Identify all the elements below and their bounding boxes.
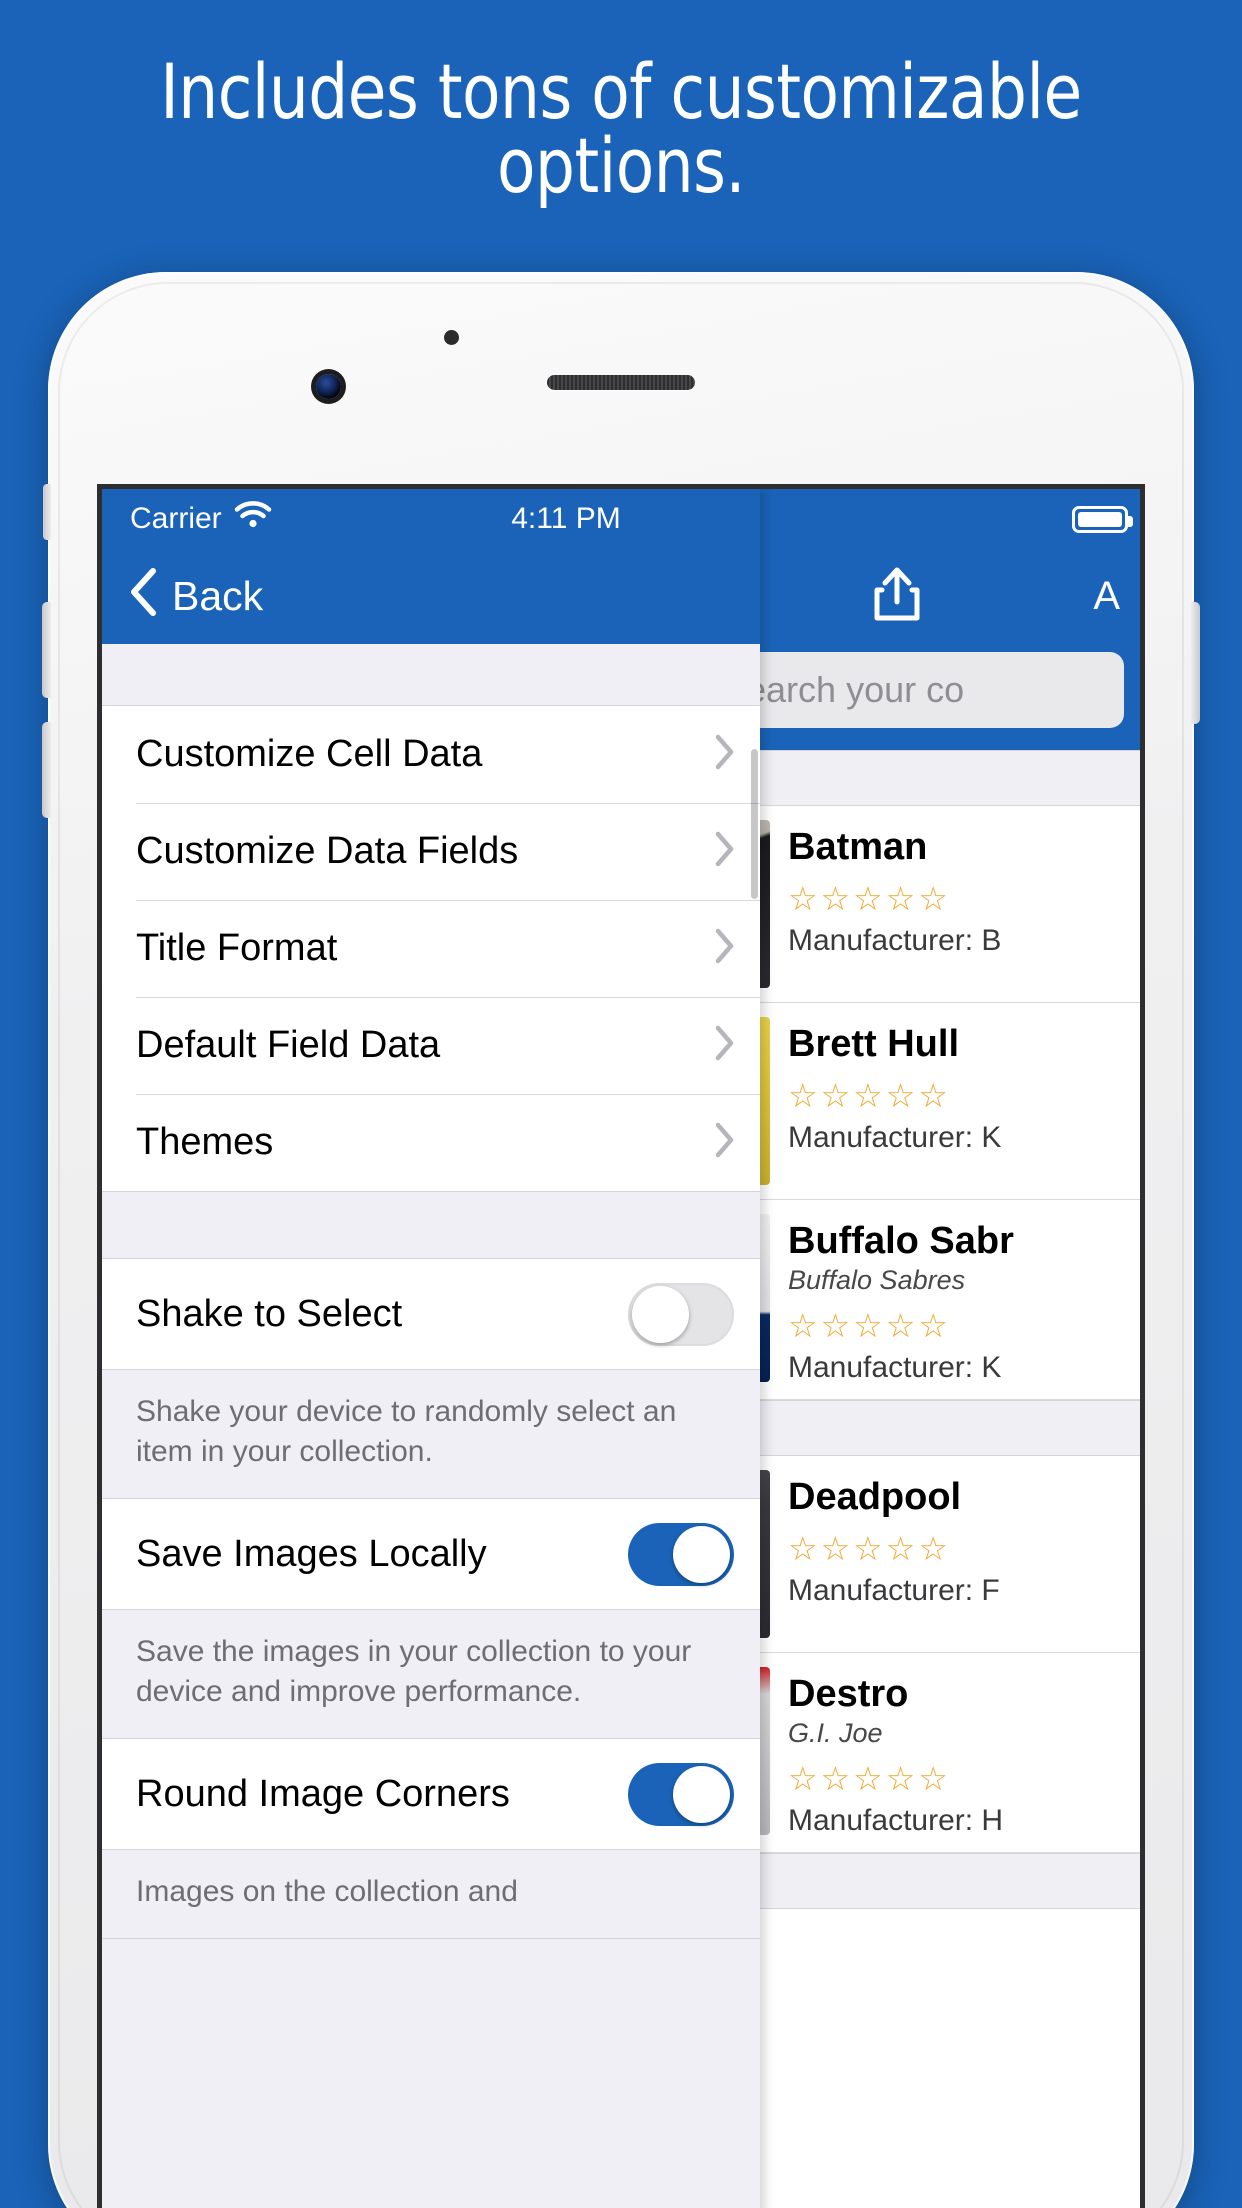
settings-screenshot: Carrier 4:11 PM Back Customize Cell Data… — [102, 489, 760, 2208]
settings-row-themes[interactable]: Themes — [102, 1094, 760, 1191]
round-image-corners-toggle[interactable] — [628, 1762, 734, 1826]
chevron-right-icon — [714, 733, 736, 776]
settings-row-customize-cell-data[interactable]: Customize Cell Data — [102, 706, 760, 803]
item-name: Batman — [788, 826, 928, 868]
back-button-label: Back — [172, 573, 264, 619]
star-rating: ☆☆☆☆☆ — [788, 1307, 951, 1344]
volume-up-button[interactable] — [42, 602, 51, 698]
scroll-indicator[interactable] — [751, 749, 758, 899]
item-name: Deadpool — [788, 1476, 962, 1518]
shake-to-select-toggle[interactable] — [628, 1282, 734, 1346]
settings-row-shake-to-select[interactable]: Shake to Select — [102, 1259, 760, 1369]
settings-row-customize-data-fields[interactable]: Customize Data Fields — [102, 803, 760, 900]
row-label: Round Image Corners — [136, 1772, 510, 1815]
settings-row-default-field-data[interactable]: Default Field Data — [102, 997, 760, 1094]
item-manufacturer: Manufacturer: K — [788, 1351, 1002, 1384]
group-spacer-top — [102, 644, 760, 706]
row-label: Themes — [136, 1121, 274, 1163]
round-image-corners-footer: Images on the collection and — [102, 1849, 760, 1939]
chevron-left-icon — [128, 567, 158, 627]
item-subtitle: Buffalo Sabres — [788, 1265, 966, 1295]
star-rating: ☆☆☆☆☆ — [788, 1760, 951, 1797]
power-button[interactable] — [1191, 602, 1200, 724]
battery-full-icon — [1072, 505, 1133, 533]
settings-row-save-images-locally[interactable]: Save Images Locally — [102, 1499, 760, 1609]
chevron-right-icon — [714, 830, 736, 873]
chevron-right-icon — [714, 1121, 736, 1164]
item-manufacturer: Manufacturer: F — [788, 1574, 1000, 1607]
item-manufacturer: Manufacturer: H — [788, 1804, 1004, 1837]
row-label: Save Images Locally — [136, 1532, 487, 1575]
headline-line-2: options. — [497, 121, 745, 210]
chevron-right-icon — [714, 927, 736, 970]
item-name: Buffalo Sabr — [788, 1220, 1014, 1262]
row-label: Shake to Select — [136, 1292, 403, 1335]
item-manufacturer: Manufacturer: B — [788, 924, 1002, 957]
banner-headline: Includes tons of customizable options. — [50, 47, 1193, 210]
chevron-right-icon — [714, 1024, 736, 1067]
row-label: Title Format — [136, 927, 338, 969]
front-camera — [316, 374, 341, 399]
settings-row-round-image-corners[interactable]: Round Image Corners — [102, 1739, 760, 1849]
proximity-sensor — [444, 330, 459, 345]
star-rating: ☆☆☆☆☆ — [788, 880, 951, 917]
toolbar-right-label[interactable]: A — [1093, 574, 1120, 619]
item-manufacturer: Manufacturer: K — [788, 1121, 1002, 1154]
item-name: Brett Hull — [788, 1023, 959, 1065]
star-rating: ☆☆☆☆☆ — [788, 1077, 951, 1114]
shake-to-select-footer: Shake your device to randomly select an … — [102, 1369, 760, 1499]
row-label: Default Field Data — [136, 1024, 441, 1066]
item-subtitle: G.I. Joe — [788, 1718, 883, 1748]
headline-line-1: Includes tons of customizable — [160, 47, 1082, 136]
volume-down-button[interactable] — [42, 722, 51, 818]
device-screen: A Search your co B Bat — [97, 484, 1145, 2208]
settings-row-title-format[interactable]: Title Format — [102, 900, 760, 997]
row-label: Customize Cell Data — [136, 733, 483, 775]
iphone-device-mockup: A Search your co B Bat — [42, 272, 1200, 2208]
left-status-bar: Carrier 4:11 PM — [102, 489, 760, 549]
wifi-icon — [234, 501, 272, 537]
item-name: Destro — [788, 1673, 909, 1715]
back-button[interactable]: Back — [128, 567, 263, 627]
star-rating: ☆☆☆☆☆ — [788, 1530, 951, 1567]
navigation-bar: Back — [102, 549, 760, 644]
save-images-locally-footer: Save the images in your collection to yo… — [102, 1609, 760, 1739]
row-label: Customize Data Fields — [136, 830, 519, 872]
carrier-label: Carrier — [130, 502, 222, 535]
group-spacer-middle — [102, 1191, 760, 1259]
silent-switch[interactable] — [43, 484, 51, 540]
share-upload-icon[interactable] — [874, 566, 920, 627]
earpiece-speaker — [547, 375, 695, 390]
save-images-locally-toggle[interactable] — [628, 1522, 734, 1586]
